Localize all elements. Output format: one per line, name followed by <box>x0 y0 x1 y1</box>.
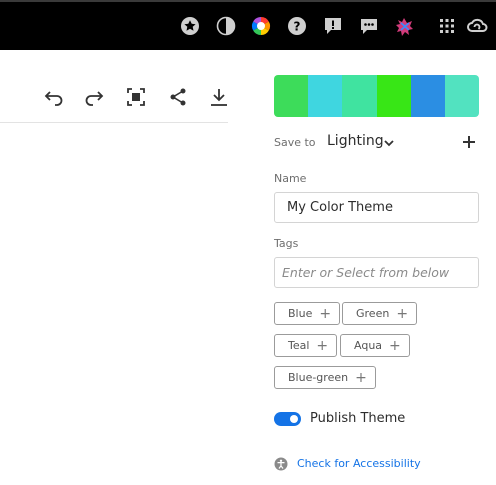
save-to-label: Save to <box>274 136 316 149</box>
color-swatch[interactable] <box>274 75 309 117</box>
tag-chip[interactable]: Blue + <box>274 302 341 325</box>
plus-icon: + <box>319 305 332 322</box>
tag-chip-label: Blue-green <box>288 371 349 384</box>
save-to-library-dropdown[interactable]: Lighting <box>327 133 384 149</box>
plus-icon: + <box>389 337 401 354</box>
color-swatch[interactable] <box>444 75 479 117</box>
tag-chip-label: Green <box>356 307 390 320</box>
toggle-knob <box>290 415 298 423</box>
publish-theme-toggle[interactable] <box>274 412 301 426</box>
tag-chip-label: Blue <box>288 307 313 320</box>
color-swatch[interactable] <box>410 75 445 117</box>
feedback-alert-icon[interactable] <box>323 16 343 36</box>
tags-label: Tags <box>274 237 299 250</box>
accessibility-icon <box>274 456 288 471</box>
color-wheel-icon[interactable] <box>251 16 271 36</box>
top-bar: ? <box>0 0 496 50</box>
tag-chip[interactable]: Teal + <box>274 334 338 357</box>
apps-grid-icon[interactable] <box>437 16 457 36</box>
star-badge-icon[interactable] <box>180 16 200 36</box>
color-swatch[interactable] <box>308 75 343 117</box>
publish-theme-label: Publish Theme <box>310 411 406 426</box>
redo-icon[interactable] <box>83 86 105 108</box>
help-icon[interactable]: ? <box>287 16 307 36</box>
tag-chip-label: Teal <box>288 339 310 352</box>
color-swatch[interactable] <box>342 75 377 117</box>
undo-icon[interactable] <box>43 86 65 108</box>
color-theme-swatches[interactable] <box>274 75 479 117</box>
plus-icon: + <box>396 305 409 322</box>
plus-icon: + <box>316 337 329 354</box>
download-icon[interactable] <box>208 86 230 108</box>
puzzle-extension-icon[interactable] <box>395 16 415 36</box>
top-bar-edge <box>0 0 496 2</box>
toolbar-divider <box>0 122 228 123</box>
plus-icon: + <box>355 369 367 386</box>
share-icon[interactable] <box>167 86 189 108</box>
chevron-down-icon[interactable] <box>382 135 396 149</box>
add-library-button[interactable] <box>460 133 478 151</box>
svg-text:?: ? <box>294 20 301 34</box>
check-accessibility-link[interactable]: Check for Accessibility <box>297 457 421 470</box>
fit-to-screen-icon[interactable] <box>125 86 147 108</box>
theme-name-field[interactable]: My Color Theme <box>274 192 479 223</box>
creative-cloud-icon[interactable] <box>466 16 488 36</box>
name-label: Name <box>274 172 307 185</box>
tag-chip[interactable]: Green + <box>342 302 418 325</box>
contrast-icon[interactable] <box>216 16 236 36</box>
color-swatch[interactable] <box>376 75 411 117</box>
tag-chip-label: Aqua <box>354 339 383 352</box>
tags-input[interactable]: Enter or Select from below <box>274 257 479 288</box>
tag-chip[interactable]: Blue-green + <box>274 366 376 389</box>
chat-icon[interactable] <box>359 16 379 36</box>
tag-chip[interactable]: Aqua + <box>340 334 410 357</box>
